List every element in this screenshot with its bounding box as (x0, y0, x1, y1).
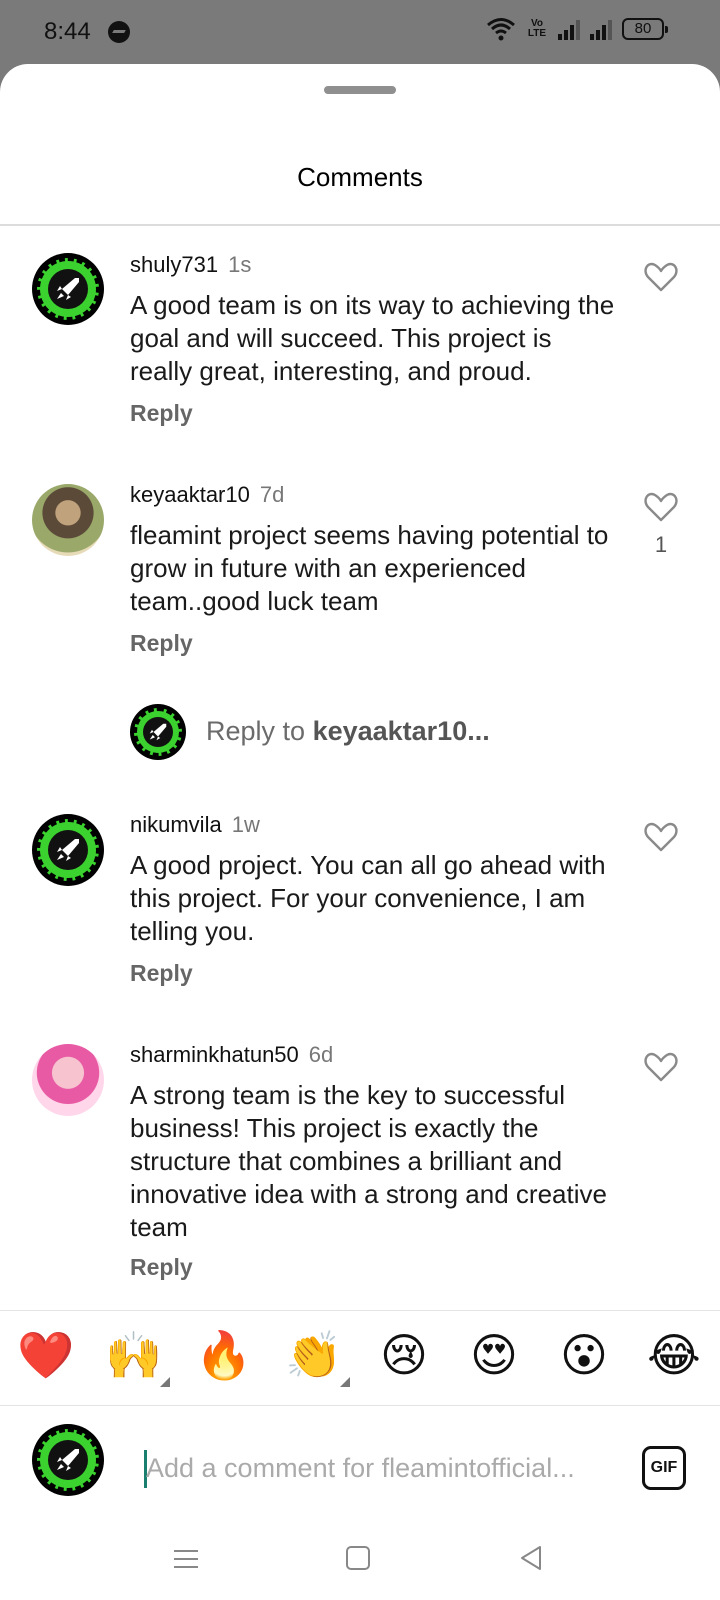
comment-author[interactable]: nikumvila 1w (130, 812, 260, 838)
comment-text: A strong team is the key to successful b… (130, 1080, 607, 1242)
rocket-logo-icon (57, 278, 79, 300)
status-icons: Vo LTE 80 (486, 16, 668, 42)
rocket-logo-icon (57, 1449, 79, 1471)
rocket-logo-icon (57, 839, 79, 861)
sheet-drag-handle[interactable] (324, 86, 396, 94)
comment-text: A good project. You can all go ahead wit… (130, 850, 606, 946)
comment-author[interactable]: sharminkhatun50 6d (130, 1042, 333, 1068)
reply-button[interactable]: Reply (130, 960, 193, 987)
recent-apps-button[interactable] (174, 1548, 198, 1570)
reply-prompt-prefix: Reply to (206, 716, 313, 746)
avatar[interactable] (32, 814, 104, 886)
emoji-heart-eyes[interactable]: 😍 (464, 1325, 524, 1385)
status-time: 8:44 (44, 18, 91, 45)
emoji-tears-of-joy[interactable]: 😂 (644, 1325, 704, 1385)
battery-indicator: 80 (622, 18, 668, 40)
reply-button[interactable]: Reply (130, 630, 193, 657)
avatar[interactable] (32, 1044, 104, 1116)
avatar (32, 1424, 104, 1496)
emoji-quick-bar: ❤️ 🙌 🔥 👏 😢 😍 😮 😂 (0, 1310, 720, 1406)
comment-composer: GIF (0, 1406, 720, 1526)
comment-author[interactable]: keyaaktar10 7d (130, 482, 284, 508)
emoji-surprised-face[interactable]: 😮 (554, 1325, 614, 1385)
avatar[interactable] (32, 253, 104, 325)
status-bar: 8:44 Vo LTE 80 (0, 0, 720, 64)
emoji-crying-face[interactable]: 😢 (374, 1325, 434, 1385)
system-navigation-bar (0, 1526, 720, 1600)
comment-text: A good team is on its way to achieving t… (130, 290, 615, 386)
reply-to-prompt[interactable]: Reply to keyaaktar10... (130, 704, 690, 760)
messenger-icon (108, 21, 130, 43)
comment-timestamp: 1w (231, 812, 260, 837)
avatar[interactable] (32, 484, 104, 556)
comment-username[interactable]: nikumvila (130, 812, 222, 837)
signal-icon-sim1 (558, 18, 580, 40)
avatar (130, 704, 186, 760)
reply-button[interactable]: Reply (130, 400, 193, 427)
comment-input[interactable] (146, 1446, 606, 1490)
comment-timestamp: 7d (259, 482, 285, 507)
sheet-title: Comments (297, 162, 423, 192)
comment-timestamp: 1s (228, 252, 252, 277)
reply-prompt-target: keyaaktar10... (312, 716, 490, 746)
reply-prompt-text[interactable]: Reply to keyaaktar10... (206, 716, 490, 747)
emoji-raising-hands[interactable]: 🙌 (104, 1325, 170, 1387)
volte-indicator: Vo LTE (527, 18, 547, 39)
comment-username[interactable]: keyaaktar10 (130, 482, 250, 507)
heart-icon[interactable] (644, 1052, 678, 1082)
heart-icon[interactable] (644, 822, 678, 852)
comment-username[interactable]: shuly731 (130, 252, 218, 277)
emoji-clapping-hands[interactable]: 👏 (284, 1325, 350, 1387)
back-button[interactable] (518, 1544, 544, 1572)
like-count[interactable]: 1 (644, 532, 678, 558)
heart-icon[interactable] (644, 262, 678, 292)
wifi-icon (487, 18, 515, 41)
emoji-fire[interactable]: 🔥 (194, 1325, 254, 1385)
gif-button[interactable]: GIF (642, 1446, 686, 1490)
title-divider (0, 224, 720, 226)
comment-text: fleamint project seems having potential … (130, 520, 609, 616)
signal-icon-sim2 (590, 18, 612, 40)
heart-icon[interactable] (644, 492, 678, 522)
home-button[interactable] (346, 1546, 370, 1570)
comment-timestamp: 6d (308, 1042, 334, 1067)
emoji-heart[interactable]: ❤️ (16, 1325, 76, 1385)
reply-button[interactable]: Reply (130, 1254, 193, 1281)
comment-author[interactable]: shuly731 1s (130, 252, 251, 278)
rocket-logo-icon (149, 723, 167, 741)
comment-username[interactable]: sharminkhatun50 (130, 1042, 299, 1067)
